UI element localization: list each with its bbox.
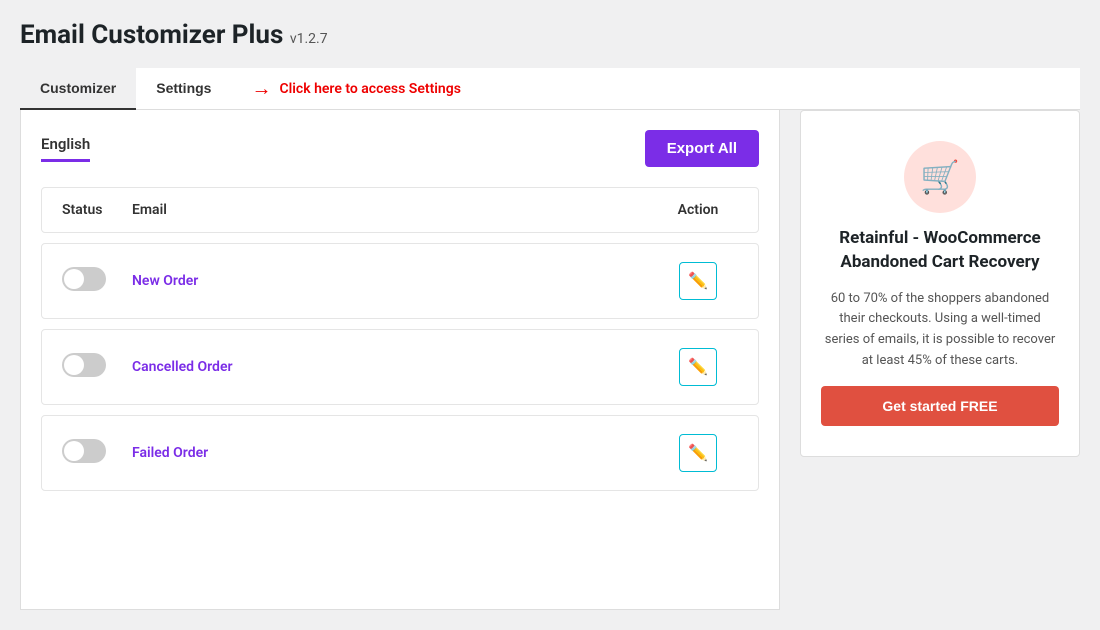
cart-icon: 🛒 <box>904 141 976 213</box>
header-status: Status <box>62 202 132 218</box>
arrow-right-icon: → <box>251 76 271 101</box>
tabs-bar: Customizer Settings → Click here to acce… <box>20 68 1080 110</box>
toggle-new-order[interactable] <box>62 267 132 295</box>
email-row-new-order: New Order ✏️ <box>41 243 759 319</box>
edit-button-failed-order[interactable]: ✏️ <box>679 434 717 472</box>
email-name-new-order[interactable]: New Order <box>132 273 198 289</box>
table-header: Status Email Action <box>41 187 759 233</box>
email-row-failed-order: Failed Order ✏️ <box>41 415 759 491</box>
retainful-title: Retainful - WooCommerce Abandoned Cart R… <box>821 227 1059 275</box>
toggle-cancelled-order[interactable] <box>62 353 132 381</box>
header-email: Email <box>132 202 658 218</box>
lang-tab-english[interactable]: English <box>41 135 90 162</box>
retainful-description: 60 to 70% of the shoppers abandoned thei… <box>821 289 1059 372</box>
email-row-cancelled-order: Cancelled Order ✏️ <box>41 329 759 405</box>
left-panel: English Export All Status Email Action N… <box>20 110 780 610</box>
tab-customizer[interactable]: Customizer <box>20 68 136 110</box>
pencil-icon: ✏️ <box>688 271 708 291</box>
toggle-switch[interactable] <box>62 267 106 291</box>
toggle-switch[interactable] <box>62 439 106 463</box>
lang-tabs-bar: English Export All <box>41 130 759 167</box>
page-title: Email Customizer Plus v1.2.7 <box>20 20 1080 50</box>
export-all-button[interactable]: Export All <box>645 130 759 167</box>
pencil-icon: ✏️ <box>688 443 708 463</box>
toggle-failed-order[interactable] <box>62 439 132 467</box>
shopping-cart-icon: 🛒 <box>920 158 960 196</box>
settings-hint: → Click here to access Settings <box>251 76 460 101</box>
toggle-switch[interactable] <box>62 353 106 377</box>
email-name-failed-order[interactable]: Failed Order <box>132 445 208 461</box>
get-started-button[interactable]: Get started FREE <box>821 386 1059 426</box>
pencil-icon: ✏️ <box>688 357 708 377</box>
header-action: Action <box>658 202 738 218</box>
edit-button-cancelled-order[interactable]: ✏️ <box>679 348 717 386</box>
right-panel: 🛒 Retainful - WooCommerce Abandoned Cart… <box>800 110 1080 457</box>
main-layout: English Export All Status Email Action N… <box>20 110 1080 610</box>
tab-settings[interactable]: Settings <box>136 68 231 110</box>
email-name-cancelled-order[interactable]: Cancelled Order <box>132 359 233 375</box>
edit-button-new-order[interactable]: ✏️ <box>679 262 717 300</box>
